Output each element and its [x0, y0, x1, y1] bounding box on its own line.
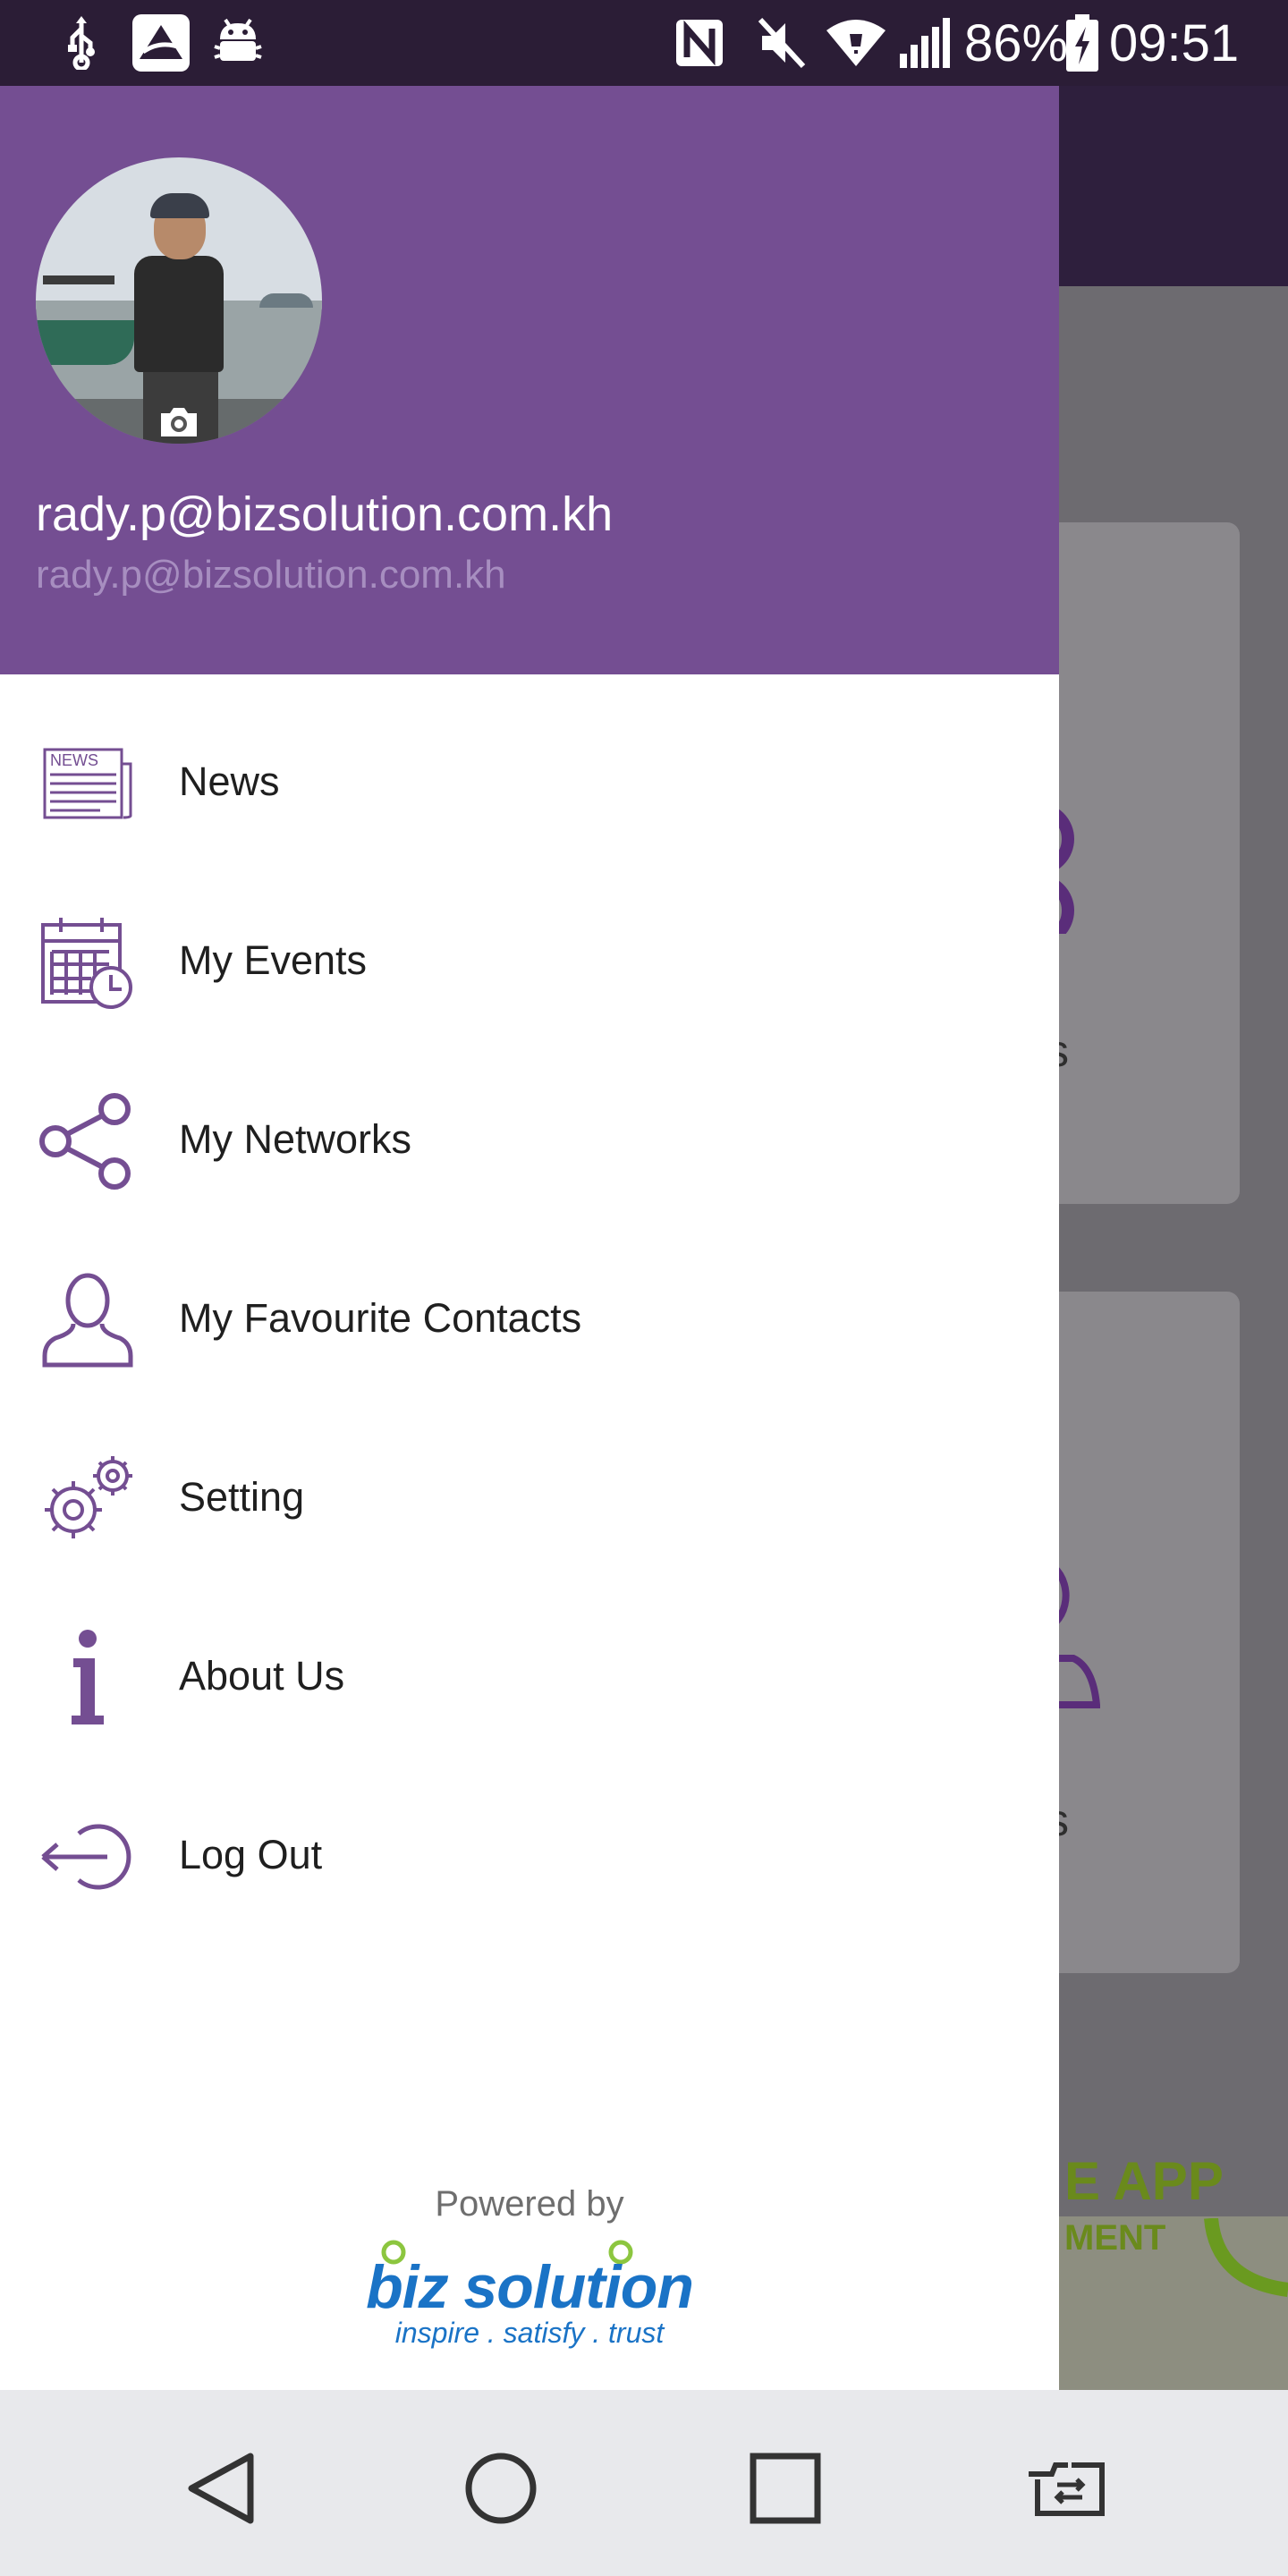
- home-icon[interactable]: [456, 2444, 546, 2533]
- background-banner-text: E APP: [1064, 2151, 1224, 2211]
- gears-icon: [45, 1456, 132, 1538]
- menu-item-about-us[interactable]: About Us: [0, 1589, 1059, 1767]
- nfc-icon: [673, 13, 726, 73]
- battery-percent: 86%: [964, 13, 1069, 72]
- menu-item-favourite-contacts[interactable]: My Favourite Contacts: [0, 1231, 1059, 1410]
- menu-item-my-networks[interactable]: My Networks: [0, 1052, 1059, 1231]
- system-nav-bar: [0, 2390, 1288, 2576]
- news-icon-text: NEWS: [50, 751, 98, 769]
- menu-item-label: Log Out: [179, 1832, 323, 1877]
- mute-icon: [757, 13, 807, 73]
- menu-item-label: About Us: [179, 1653, 345, 1699]
- menu-item-label: Setting: [179, 1474, 305, 1520]
- clock: 09:51: [1109, 13, 1240, 72]
- drawer-header: rady.p@bizsolution.com.kh rady.p@bizsolu…: [0, 86, 1059, 674]
- avatar[interactable]: [36, 157, 322, 444]
- signal-icon: [898, 13, 953, 73]
- battery-charging-icon: [1064, 13, 1100, 73]
- app-notification-icon: [131, 13, 191, 73]
- user-email: rady.p@bizsolution.com.kh: [36, 553, 506, 597]
- back-icon[interactable]: [175, 2444, 265, 2533]
- menu-item-news[interactable]: NEWS News: [0, 694, 1059, 873]
- background-banner-logo: [1204, 2218, 1288, 2297]
- menu-item-label: My Events: [179, 937, 368, 983]
- info-icon: [72, 1630, 104, 1724]
- menu-item-setting[interactable]: Setting: [0, 1410, 1059, 1589]
- menu-item-label: My Favourite Contacts: [179, 1295, 582, 1341]
- logout-icon: [41, 1824, 131, 1890]
- powered-by-text: Powered by: [435, 2184, 624, 2224]
- share-network-icon: [39, 1093, 131, 1190]
- biz-solution-logo: biz solution inspire . satisfy . trust: [340, 2240, 719, 2356]
- user-name: rady.p@bizsolution.com.kh: [36, 487, 614, 541]
- logo-name: biz solution: [366, 2253, 694, 2321]
- newspaper-icon: NEWS: [43, 748, 132, 819]
- android-debug-icon: [211, 13, 265, 73]
- menu-item-label: My Networks: [179, 1116, 412, 1162]
- person-icon: [42, 1273, 133, 1368]
- switch-app-icon[interactable]: [1025, 2444, 1114, 2533]
- logo-tagline: inspire . satisfy . trust: [394, 2317, 665, 2349]
- menu-item-log-out[interactable]: Log Out: [0, 1767, 1059, 1946]
- navigation-drawer: rady.p@bizsolution.com.kh rady.p@bizsolu…: [0, 86, 1059, 2390]
- background-banner-text: MENT: [1064, 2218, 1166, 2258]
- camera-icon[interactable]: [157, 404, 200, 440]
- usb-icon: [59, 13, 104, 73]
- menu-item-my-events[interactable]: My Events: [0, 873, 1059, 1052]
- calendar-clock-icon: [41, 918, 132, 1009]
- status-bar: 86% 09:51: [0, 0, 1288, 86]
- wifi-icon: [825, 13, 887, 73]
- menu-item-label: News: [179, 758, 280, 804]
- recents-icon[interactable]: [741, 2444, 830, 2533]
